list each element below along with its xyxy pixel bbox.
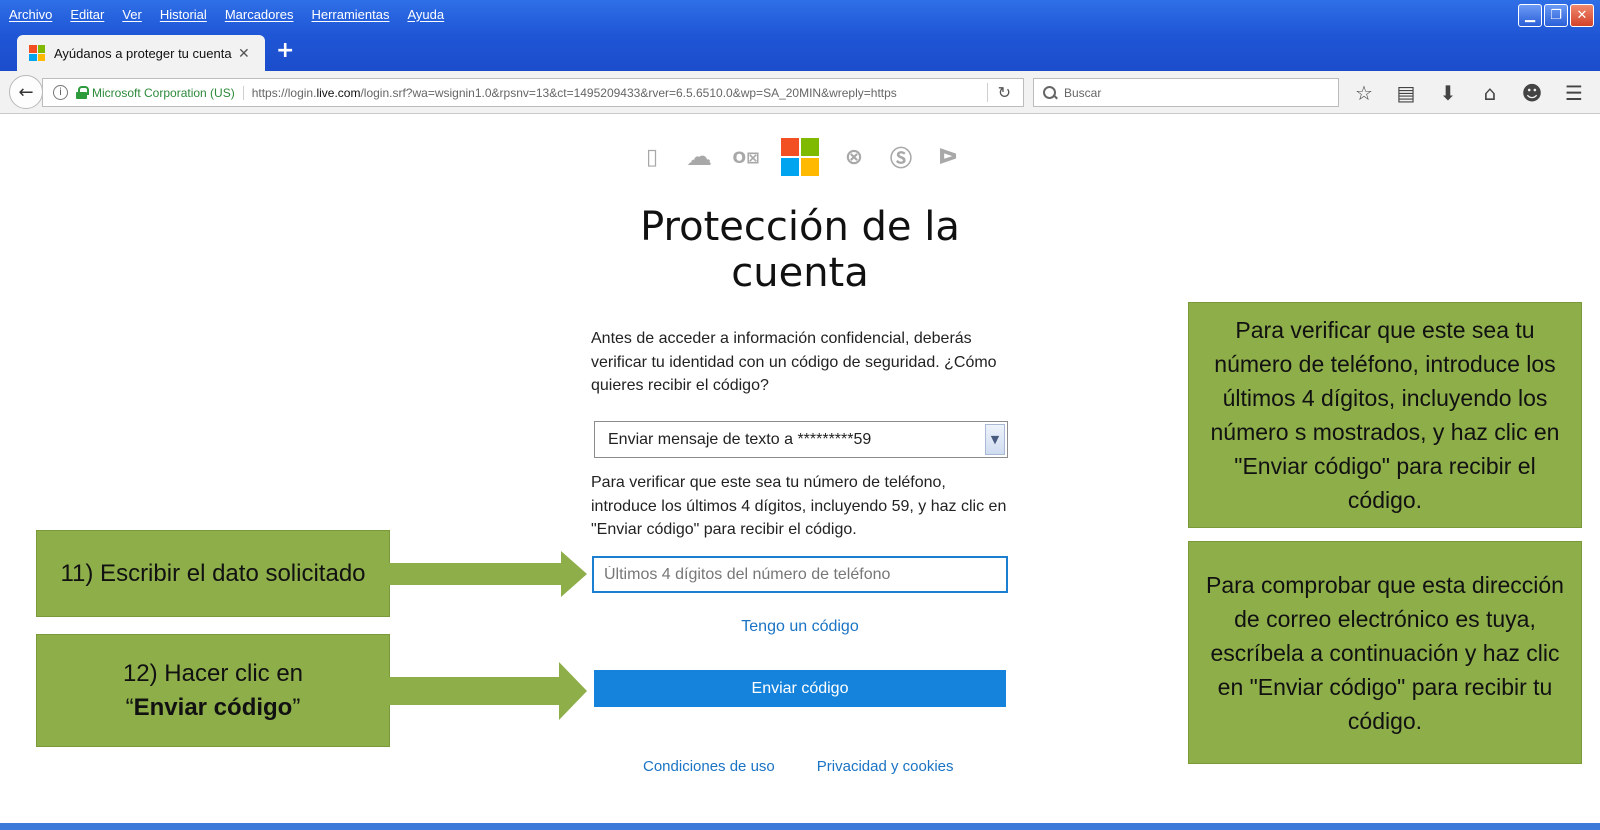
- phone-digits-input[interactable]: [592, 556, 1008, 593]
- info-icon[interactable]: i: [53, 85, 68, 100]
- reading-list-icon[interactable]: ▤: [1392, 79, 1420, 107]
- annotation-email-text: Para comprobar que esta dirección de cor…: [1206, 571, 1564, 734]
- menu-archivo[interactable]: Archivo: [9, 7, 52, 22]
- bottom-border: [0, 823, 1600, 830]
- annotation-step-12-line1: 12) Hacer clic en: [122, 659, 304, 687]
- home-icon[interactable]: ⌂: [1476, 79, 1504, 107]
- menu-icon[interactable]: ☰: [1560, 79, 1588, 107]
- xbox-icon: ⊗: [844, 144, 864, 170]
- microsoft-logo: [781, 138, 819, 176]
- tab-title: Ayúdanos a proteger tu cuenta: [54, 45, 232, 61]
- page-title: Protección de la cuenta: [640, 204, 960, 296]
- annotation-step-11: 11) Escribir el dato solicitado: [36, 530, 390, 617]
- chevron-down-icon[interactable]: ▼: [985, 424, 1005, 455]
- menu-herramientas[interactable]: Herramientas: [311, 7, 389, 22]
- browser-titlebar: Archivo Editar Ver Historial Marcadores …: [0, 0, 1600, 78]
- browser-tab-active[interactable]: Ayúdanos a proteger tu cuenta ✕: [17, 35, 265, 71]
- quote-close: ”: [292, 693, 301, 721]
- skype-icon: Ⓢ: [889, 147, 912, 172]
- address-bar[interactable]: i Microsoft Corporation (US) https://log…: [42, 78, 1024, 107]
- new-tab-icon[interactable]: +: [276, 38, 294, 63]
- menu-historial[interactable]: Historial: [160, 7, 207, 22]
- product-icons-row: ▯ ☁ O⊠ ⊗ Ⓢ ᐅ: [640, 138, 960, 176]
- arrow-step-11: [389, 551, 587, 597]
- verify-instructions: Para verificar que este sea tu número de…: [591, 474, 1007, 538]
- url-host: live.com: [316, 85, 361, 100]
- url-text[interactable]: https://login.live.com/login.srf?wa=wsig…: [252, 86, 952, 100]
- window-controls: ▁ ❐ ✕: [1518, 4, 1594, 27]
- annotation-step-12-bold: Enviar código: [133, 693, 293, 721]
- restore-icon[interactable]: ❐: [1544, 4, 1568, 27]
- toolbar-icons: ☆ ▤ ⬇ ⌂ ☻ ☰: [1350, 79, 1588, 107]
- url-prefix: https://login.: [251, 85, 317, 100]
- annotation-email-explanation: Para comprobar que esta dirección de cor…: [1188, 541, 1582, 764]
- bing-icon: ᐅ: [938, 144, 958, 170]
- site-identity[interactable]: Microsoft Corporation (US): [92, 85, 244, 100]
- bookmark-star-icon[interactable]: ☆: [1350, 79, 1378, 107]
- terms-link[interactable]: Condiciones de uso: [643, 758, 775, 775]
- menu-ayuda[interactable]: Ayuda: [407, 7, 444, 22]
- office-icon: ▯: [645, 144, 659, 170]
- menu-marcadores[interactable]: Marcadores: [225, 7, 294, 22]
- privacy-link[interactable]: Privacidad y cookies: [817, 758, 954, 775]
- minimize-icon[interactable]: ▁: [1518, 4, 1542, 27]
- menu-ver[interactable]: Ver: [122, 7, 142, 22]
- tab-close-icon[interactable]: ✕: [238, 45, 250, 62]
- annotation-phone-explanation: Para verificar que este sea tu número de…: [1188, 302, 1582, 528]
- have-code-link[interactable]: Tengo un código: [592, 618, 1008, 636]
- close-window-icon[interactable]: ✕: [1570, 4, 1594, 27]
- url-rest: /login.srf?wa=wsignin1.0&rpsnv=13&ct=149…: [360, 85, 897, 100]
- annotation-step-11-text: 11) Escribir el dato solicitado: [60, 559, 366, 587]
- annotation-step-12-line2: “Enviar código”: [126, 691, 301, 725]
- chat-icon[interactable]: ☻: [1518, 79, 1546, 107]
- back-arrow-icon[interactable]: ←: [9, 75, 43, 109]
- quote-open: “: [125, 693, 134, 721]
- search-placeholder: Buscar: [1064, 85, 1102, 100]
- onedrive-icon: ☁: [686, 142, 712, 172]
- search-bar[interactable]: Buscar: [1033, 78, 1339, 107]
- delivery-method-select[interactable]: Enviar mensaje de texto a *********59 ▼: [594, 421, 1008, 458]
- intro-text: Antes de acceder a información confidenc…: [591, 330, 997, 394]
- lock-icon: [76, 86, 89, 99]
- annotation-phone-text: Para verificar que este sea tu número de…: [1210, 317, 1560, 513]
- outlook-icon: O⊠: [732, 147, 760, 167]
- search-icon: [1042, 85, 1058, 101]
- send-code-button[interactable]: Enviar código: [594, 670, 1006, 707]
- favicon-microsoft-icon: [29, 45, 45, 61]
- arrow-step-12: [389, 662, 587, 720]
- footer-links: Condiciones de uso Privacidad y cookies: [643, 758, 954, 775]
- menu-editar[interactable]: Editar: [70, 7, 104, 22]
- navigation-toolbar: ← i Microsoft Corporation (US) https://l…: [0, 71, 1600, 114]
- menu-bar: Archivo Editar Ver Historial Marcadores …: [0, 0, 462, 28]
- select-value: Enviar mensaje de texto a *********59: [608, 430, 872, 448]
- download-icon[interactable]: ⬇: [1434, 79, 1462, 107]
- reload-icon[interactable]: ↻: [986, 83, 1011, 102]
- annotation-step-12: 12) Hacer clic en “Enviar código”: [36, 634, 390, 747]
